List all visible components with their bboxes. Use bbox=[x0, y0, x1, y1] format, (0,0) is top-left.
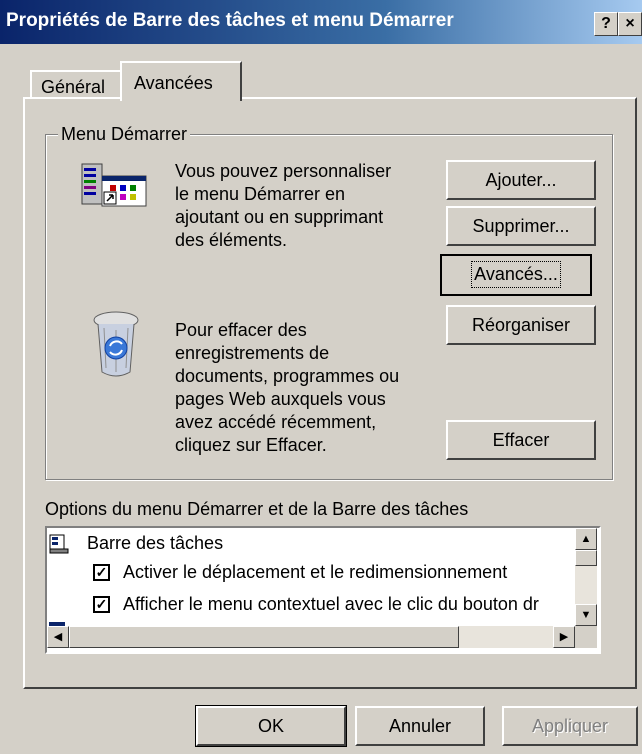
close-button[interactable]: × bbox=[618, 12, 642, 36]
title-bar: Propriétés de Barre des tâches et menu D… bbox=[0, 0, 642, 44]
scroll-right-button[interactable]: ▶ bbox=[553, 626, 575, 648]
scroll-left-button[interactable]: ◀ bbox=[47, 626, 69, 648]
taskbar-icon bbox=[49, 534, 69, 554]
clear-button[interactable]: Effacer bbox=[446, 420, 596, 460]
add-button[interactable]: Ajouter... bbox=[446, 160, 596, 200]
option-move-resize-label: Activer le déplacement et le redimension… bbox=[123, 562, 508, 582]
options-label: Options du menu Démarrer et de la Barre … bbox=[45, 499, 469, 519]
apply-button[interactable]: Appliquer bbox=[502, 706, 638, 746]
vertical-scroll-thumb[interactable] bbox=[575, 550, 597, 566]
clear-button-label: Effacer bbox=[492, 430, 550, 450]
scrollbar-corner bbox=[575, 626, 597, 648]
apply-button-label: Appliquer bbox=[531, 716, 609, 736]
scroll-down-button[interactable]: ▼ bbox=[575, 604, 597, 626]
sort-button-label: Réorganiser bbox=[471, 315, 571, 335]
tab-advanced-label: Avancées bbox=[134, 73, 213, 93]
advanced-button[interactable]: Avancés... bbox=[440, 254, 592, 296]
remove-button-label: Supprimer... bbox=[472, 216, 570, 236]
tab-advanced[interactable]: Avancées bbox=[120, 61, 242, 101]
cancel-button[interactable]: Annuler bbox=[355, 706, 485, 746]
tab-general-label: Général bbox=[41, 77, 106, 97]
cancel-button-label: Annuler bbox=[388, 716, 452, 736]
option-context-menu-label: Afficher le menu contextuel avec le clic… bbox=[123, 594, 539, 614]
ok-button-label: OK bbox=[257, 716, 284, 736]
sort-button[interactable]: Réorganiser bbox=[446, 305, 596, 345]
clear-description: Pour effacer des enregistrements de docu… bbox=[175, 320, 400, 455]
tab-general[interactable]: Général bbox=[30, 70, 122, 99]
scroll-up-button[interactable]: ▲ bbox=[575, 528, 597, 550]
option-taskbar-header: Barre des tâches bbox=[87, 533, 224, 553]
window-title: Propriétés de Barre des tâches et menu D… bbox=[6, 10, 454, 31]
customize-description: Vous pouvez personnaliser le menu Démarr… bbox=[175, 161, 392, 250]
remove-button[interactable]: Supprimer... bbox=[446, 206, 596, 246]
ok-button[interactable]: OK bbox=[195, 705, 347, 747]
option-checkbox-context-menu[interactable]: ✓ bbox=[93, 596, 110, 613]
options-listbox[interactable]: Barre des tâches ✓ Activer le déplacemen… bbox=[45, 526, 601, 654]
start-menu-icon bbox=[80, 162, 150, 218]
advanced-button-label: Avancés... bbox=[471, 261, 561, 288]
add-button-label: Ajouter... bbox=[485, 170, 557, 190]
recycle-bin-icon bbox=[90, 308, 142, 380]
help-button[interactable]: ? bbox=[594, 12, 618, 36]
option-checkbox-move-resize[interactable]: ✓ bbox=[93, 564, 110, 581]
start-menu-group-label: Menu Démarrer bbox=[58, 124, 191, 145]
horizontal-scroll-thumb[interactable] bbox=[69, 626, 459, 648]
